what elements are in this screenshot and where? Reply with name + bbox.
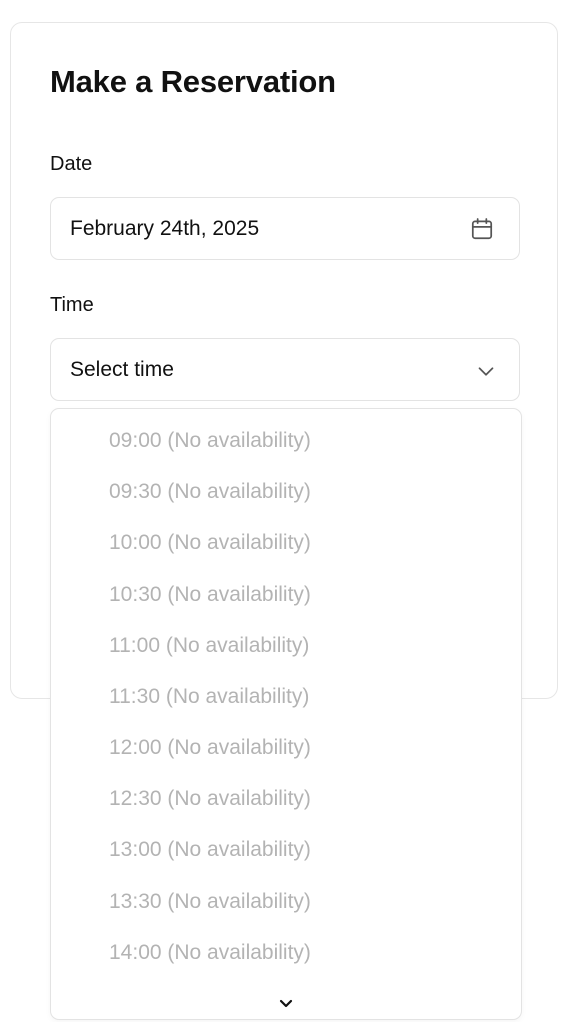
time-option[interactable]: 14:00 (No availability) <box>109 941 311 965</box>
time-option[interactable]: 13:30 (No availability) <box>109 890 311 914</box>
time-option[interactable]: 13:00 (No availability) <box>109 838 311 862</box>
time-option[interactable]: 10:00 (No availability) <box>109 531 311 555</box>
time-option[interactable]: 12:30 (No availability) <box>109 787 311 811</box>
date-picker-field[interactable]: February 24th, 2025 <box>50 197 520 260</box>
time-select[interactable]: Select time <box>50 338 520 401</box>
time-label: Time <box>50 294 94 316</box>
time-option[interactable]: 09:00 (No availability) <box>109 429 311 453</box>
chevron-down-icon <box>478 367 494 376</box>
time-select-placeholder: Select time <box>70 358 174 381</box>
date-label: Date <box>50 153 93 175</box>
time-option[interactable]: 11:00 (No availability) <box>109 634 309 658</box>
time-option[interactable]: 11:30 (No availability) <box>109 685 309 709</box>
scroll-down-icon[interactable] <box>274 995 298 1013</box>
time-option[interactable]: 09:30 (No availability) <box>109 480 311 504</box>
time-option[interactable]: 12:00 (No availability) <box>109 736 311 760</box>
page-title: Make a Reservation <box>50 64 336 99</box>
time-option[interactable]: 10:30 (No availability) <box>109 583 311 607</box>
time-options-dropdown: 09:00 (No availability) 09:30 (No availa… <box>50 408 522 1020</box>
date-value: February 24th, 2025 <box>70 217 260 240</box>
calendar-icon[interactable] <box>469 216 495 242</box>
